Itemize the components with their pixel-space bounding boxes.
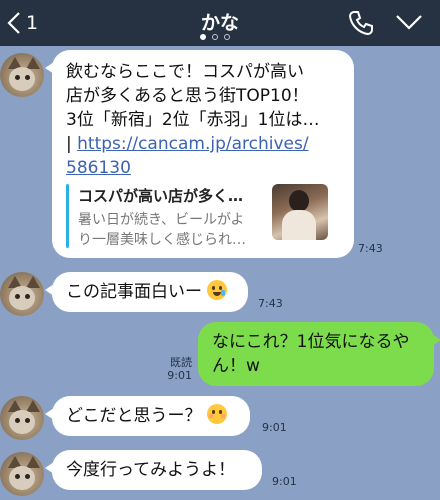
kissing-emoji-icon [206,404,227,424]
message-text-line: なにこれ？1位気になるや [212,332,410,352]
message-bubble-sent[interactable]: なにこれ？1位気になるや ん！w [198,322,440,386]
message-bubble[interactable]: 今度行ってみようよ！ [45,450,262,490]
message-time: 7:43 [358,242,383,255]
message-text-line: ん！w [212,356,260,376]
page-dot-active [200,34,206,40]
message-text: 今度行ってみようよ！ [66,460,236,480]
message-text: どこだと思うー？ [66,406,202,426]
avatar[interactable] [0,272,44,316]
chevron-down-icon[interactable] [394,10,424,36]
message-time: 7:43 [258,297,283,310]
message-text: この記事面白いー [66,282,202,302]
preview-title: コスパが高い店が多く… [78,187,244,205]
phone-icon[interactable] [346,8,376,38]
avatar[interactable] [0,396,44,440]
laughing-emoji-icon [207,280,228,300]
page-dot [212,34,218,40]
message-time: 9:01 [272,475,297,488]
preview-description: 暑い日が続き、ビールがよ り一層美味しく感じられ… [78,210,268,250]
page-indicator [200,34,230,40]
read-receipt: 既読 [170,356,192,369]
message-bubble-link[interactable]: 飲むならここで！コスパが高い 店が多くあると思う街TOP10！ 3位「新宿」2位… [45,50,354,258]
chat-header: 1 かな [0,0,440,46]
preview-desc-line: り一層美味しく感じられ… [78,232,246,248]
avatar[interactable] [0,452,44,496]
preview-accent-bar [66,184,69,248]
page-dot [224,34,230,40]
link-divider: | [66,134,78,154]
message-text-line: 飲むならここで！コスパが高い [66,62,304,82]
message-time: 9:01 [167,369,192,382]
message-bubble[interactable]: この記事面白いー [45,272,248,312]
message-link[interactable]: https://cancam.jp/archives/ [77,134,308,154]
message-text-line: 3位「新宿」2位「赤羽」1位は… [66,110,320,130]
link-preview-card[interactable]: コスパが高い店が多く… 暑い日が続き、ビールがよ り一層美味しく感じられ… [66,184,336,254]
preview-thumbnail [272,184,328,240]
avatar[interactable] [0,53,44,97]
preview-desc-line: 暑い日が続き、ビールがよ [78,212,245,228]
message-text-line: 店が多くあると思う街TOP10！ [66,86,309,106]
message-bubble[interactable]: どこだと思うー？ [45,396,250,436]
message-link-continued[interactable]: 586130 [66,158,131,178]
message-time: 9:01 [262,421,287,434]
